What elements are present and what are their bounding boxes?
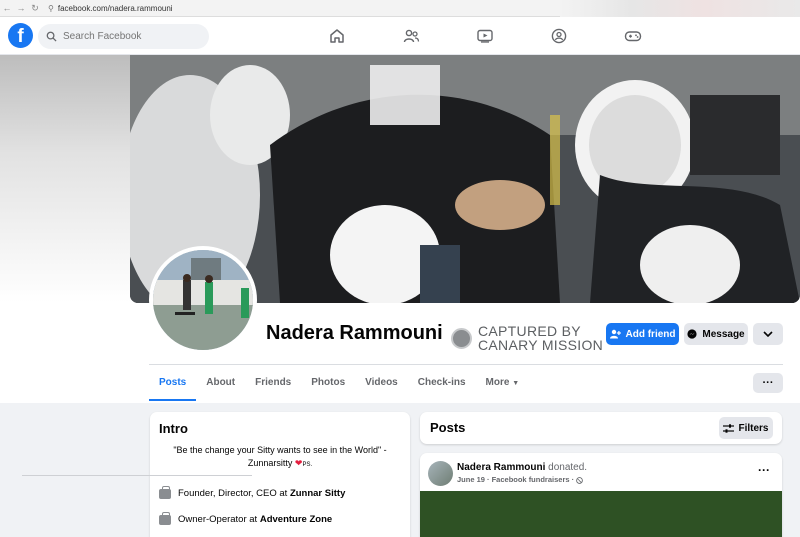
main-nav-icons <box>300 23 670 49</box>
intro-bio: "Be the change your Sitty wants to see i… <box>160 444 400 472</box>
add-friend-button[interactable]: Add friend <box>606 323 679 345</box>
forward-icon[interactable]: → <box>14 3 28 13</box>
friends-icon <box>403 29 419 43</box>
briefcase-icon <box>159 511 171 525</box>
add-friend-label: Add friend <box>625 328 676 340</box>
nav-home[interactable] <box>300 23 374 49</box>
tab-more[interactable]: More ▼ <box>476 365 530 401</box>
post-header: Nadera Rammouni donated. <box>457 462 587 473</box>
chevron-down-icon <box>763 331 773 337</box>
sliders-icon <box>723 423 735 433</box>
filters-button[interactable]: Filters <box>719 417 773 439</box>
address-field[interactable]: ⚲ facebook.com/nadera.rammouni <box>48 4 173 13</box>
nav-video[interactable] <box>448 23 522 49</box>
message-label: Message <box>702 328 745 340</box>
tab-check-ins[interactable]: Check-ins <box>408 365 476 401</box>
post-options-icon[interactable]: ··· <box>758 463 770 477</box>
work-prefix: Owner-Operator at <box>178 514 258 525</box>
canary-bird-icon <box>451 327 472 349</box>
profile-name: Nadera Rammouni <box>266 322 443 344</box>
intro-divider <box>22 475 252 476</box>
post-image[interactable] <box>420 491 782 537</box>
work-text: Founder, Director, CEO at Zunnar Sitty <box>178 488 345 499</box>
post-meta-text[interactable]: June 19 · Facebook fundraisers · <box>457 475 574 484</box>
tab-photos[interactable]: Photos <box>301 365 355 401</box>
tab-friends[interactable]: Friends <box>245 365 301 401</box>
watermark-text: CAPTURED BY CANARY MISSION <box>478 324 603 352</box>
posts-header-card: Posts Filters <box>420 412 782 444</box>
video-icon <box>477 29 493 43</box>
gaming-icon <box>624 31 642 42</box>
url-text: facebook.com/nadera.rammouni <box>57 3 173 13</box>
work-item: Owner-Operator at Adventure Zone <box>159 511 332 525</box>
post-card: Nadera Rammouni donated. June 19 · Faceb… <box>420 453 782 537</box>
tabs-options-button[interactable]: ··· <box>753 373 783 393</box>
search-input[interactable] <box>63 31 203 42</box>
tab-more-label: More <box>485 377 510 388</box>
canary-mission-watermark: CAPTURED BY CANARY MISSION <box>451 324 603 352</box>
globe-icon <box>576 476 584 484</box>
work-org-link[interactable]: Zunnar Sitty <box>290 488 345 499</box>
back-icon[interactable]: ← <box>0 3 14 13</box>
search-icon <box>46 31 57 42</box>
intro-title: Intro <box>159 421 188 436</box>
blurred-extensions-area <box>560 0 800 17</box>
search-box[interactable] <box>38 24 209 49</box>
post-action: donated. <box>548 462 588 473</box>
filters-label: Filters <box>738 422 769 434</box>
profile-avatar[interactable] <box>149 246 257 354</box>
post-author-avatar[interactable] <box>428 461 453 486</box>
watermark-line-2: CANARY MISSION <box>478 337 604 353</box>
profile-tabs: Posts About Friends Photos Videos Check-… <box>149 365 529 401</box>
reload-icon[interactable]: ↻ <box>28 3 42 14</box>
bio-text: "Be the change your Sitty wants to see i… <box>173 445 387 468</box>
watermark-line-1: CAPTURED BY <box>478 323 581 339</box>
posts-title: Posts <box>430 420 466 435</box>
messenger-icon <box>687 329 697 339</box>
nav-friends[interactable] <box>374 23 448 49</box>
facebook-logo-icon[interactable]: f <box>8 23 33 48</box>
nav-groups[interactable] <box>522 23 596 49</box>
avatar-image <box>153 250 253 350</box>
post-author-name[interactable]: Nadera Rammouni <box>457 462 545 473</box>
message-button[interactable]: Message <box>684 323 748 345</box>
briefcase-icon <box>159 485 171 499</box>
caret-down-icon: ▼ <box>512 380 520 387</box>
more-horizontal-icon: ··· <box>762 377 774 389</box>
tab-videos[interactable]: Videos <box>355 365 408 401</box>
home-icon <box>330 29 344 43</box>
groups-icon <box>551 28 567 44</box>
post-meta: June 19 · Facebook fundraisers · <box>457 475 584 484</box>
cover-background <box>0 55 800 303</box>
browser-url-bar: ← → ↻ ⚲ facebook.com/nadera.rammouni <box>0 0 800 17</box>
facebook-top-nav: f <box>0 17 800 55</box>
site-info-icon[interactable]: ⚲ <box>48 4 54 13</box>
work-org-link[interactable]: Adventure Zone <box>260 514 332 525</box>
profile-more-button[interactable] <box>753 323 783 345</box>
work-text: Owner-Operator at Adventure Zone <box>178 514 332 525</box>
tab-about[interactable]: About <box>196 365 245 401</box>
bio-suffix: PS. <box>302 462 313 468</box>
work-prefix: Founder, Director, CEO at <box>178 488 288 499</box>
add-person-icon <box>609 329 621 339</box>
work-item: Founder, Director, CEO at Zunnar Sitty <box>159 485 345 499</box>
nav-gaming[interactable] <box>596 23 670 49</box>
tab-posts[interactable]: Posts <box>149 365 197 401</box>
